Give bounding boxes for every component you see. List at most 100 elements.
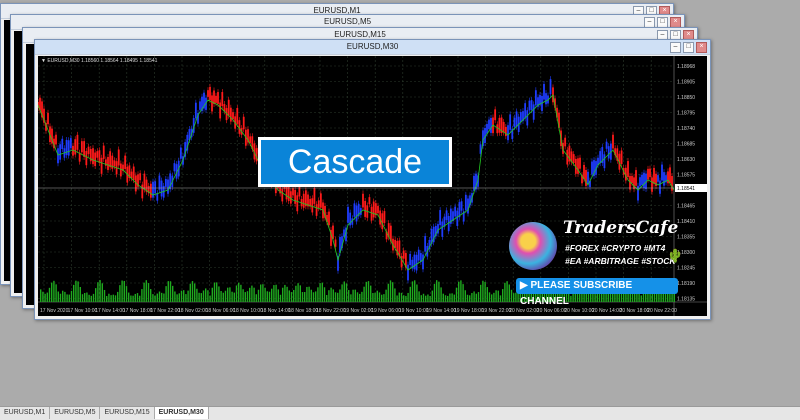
- volume-bar: [163, 293, 165, 302]
- tab-eurusd-m15[interactable]: EURUSD,M15: [100, 407, 155, 419]
- time-tick-label: 19 Nov 10:00: [399, 308, 429, 314]
- volume-bar: [108, 293, 110, 302]
- candle: [217, 92, 219, 104]
- volume-bar: [293, 289, 295, 302]
- volume-bar: [183, 290, 185, 302]
- volume-bar: [414, 280, 416, 302]
- candle: [167, 179, 169, 194]
- volume-bar: [471, 293, 473, 302]
- candle: [57, 148, 59, 164]
- candle: [160, 180, 163, 197]
- volume-bar: [352, 289, 354, 302]
- volume-bar: [400, 292, 403, 302]
- candle: [635, 170, 637, 186]
- time-tick-label: 17 Nov 22:00: [150, 308, 180, 314]
- volume-bar: [268, 291, 271, 302]
- time-tick-label: 17 Nov 2020: [40, 308, 69, 314]
- window-titlebar-m30[interactable]: EURUSD,M30 – □ ×: [35, 40, 710, 55]
- time-tick-label: 19 Nov 18:00: [454, 308, 484, 314]
- candle: [467, 198, 469, 214]
- tab-eurusd-m1[interactable]: EURUSD,M1: [0, 407, 51, 419]
- candle: [627, 161, 629, 178]
- volume-bar: [462, 284, 464, 302]
- volume-bar: [156, 293, 158, 302]
- candle: [149, 183, 152, 198]
- volume-bar: [451, 293, 453, 302]
- volume-bar: [376, 290, 378, 302]
- volume-bar: [75, 280, 77, 302]
- volume-bar: [246, 291, 249, 302]
- volume-bar: [453, 294, 455, 302]
- candle: [607, 146, 610, 159]
- candle: [296, 195, 299, 212]
- candle: [69, 138, 72, 149]
- price-tick-label: 1.18630: [677, 157, 695, 163]
- candle: [498, 117, 501, 133]
- candle: [669, 167, 671, 184]
- volume-bar: [381, 294, 383, 302]
- tab-eurusd-m30[interactable]: EURUSD,M30: [154, 407, 209, 419]
- volume-bar: [299, 285, 301, 302]
- candle: [651, 177, 653, 192]
- minimize-icon[interactable]: –: [670, 42, 681, 53]
- candle: [221, 92, 224, 107]
- volume-bar: [431, 290, 433, 302]
- candle: [219, 102, 222, 119]
- candle: [383, 211, 386, 223]
- volume-bar: [464, 290, 466, 302]
- volume-bar: [205, 288, 207, 302]
- volume-bar: [128, 292, 130, 302]
- volume-bar: [275, 284, 277, 302]
- candle: [332, 225, 334, 239]
- volume-bar: [488, 292, 491, 302]
- restore-icon[interactable]: □: [683, 42, 694, 53]
- volume-bar: [350, 294, 352, 302]
- volume-bar: [51, 282, 53, 302]
- volume-bar: [374, 292, 376, 302]
- time-tick-label: 20 Nov 22:00: [647, 308, 677, 314]
- candle: [524, 103, 527, 119]
- volume-bar: [251, 285, 253, 302]
- volume-bar: [172, 285, 174, 302]
- volume-bar: [455, 287, 458, 302]
- window-title: EURUSD,M30: [346, 42, 399, 51]
- candle: [156, 193, 159, 201]
- volume-bar: [326, 295, 328, 302]
- volume-bar: [86, 292, 88, 302]
- candle: [530, 100, 533, 111]
- volume-bar: [178, 293, 180, 302]
- volume-bar: [304, 292, 306, 302]
- time-tick-label: 19 Nov 22:00: [482, 308, 512, 314]
- volume-bar: [202, 290, 205, 302]
- close-icon[interactable]: ×: [696, 42, 707, 53]
- volume-bar: [405, 295, 407, 302]
- candle: [238, 120, 241, 134]
- candle: [83, 141, 86, 157]
- volume-bar: [286, 286, 288, 302]
- time-tick-label: 18 Nov 06:00: [206, 308, 236, 314]
- candle: [113, 160, 116, 167]
- volume-bar: [332, 289, 334, 302]
- volume-bar: [150, 289, 152, 302]
- volume-bar: [403, 295, 405, 302]
- cascade-label: Cascade: [258, 137, 452, 187]
- volume-bar: [112, 294, 114, 302]
- volume-bar: [288, 290, 290, 302]
- candle: [464, 194, 467, 211]
- volume-bar: [147, 283, 150, 302]
- volume-bar: [161, 292, 163, 302]
- candle: [294, 190, 297, 204]
- candle: [96, 151, 99, 158]
- volume-bar: [114, 295, 117, 302]
- volume-bar: [62, 290, 64, 302]
- volume-bar: [273, 285, 275, 302]
- volume-bar: [315, 291, 317, 302]
- volume-bar: [44, 293, 46, 302]
- subscribe-button[interactable]: ▶ PLEASE SUBSCRIBE CHANNEL: [516, 278, 678, 307]
- volume-bar: [499, 295, 502, 302]
- price-tick-label: 1.18905: [677, 80, 695, 86]
- volume-bar: [229, 287, 231, 302]
- candle: [67, 140, 70, 156]
- tab-eurusd-m5[interactable]: EURUSD,M5: [50, 407, 101, 419]
- volume-bar: [125, 286, 128, 302]
